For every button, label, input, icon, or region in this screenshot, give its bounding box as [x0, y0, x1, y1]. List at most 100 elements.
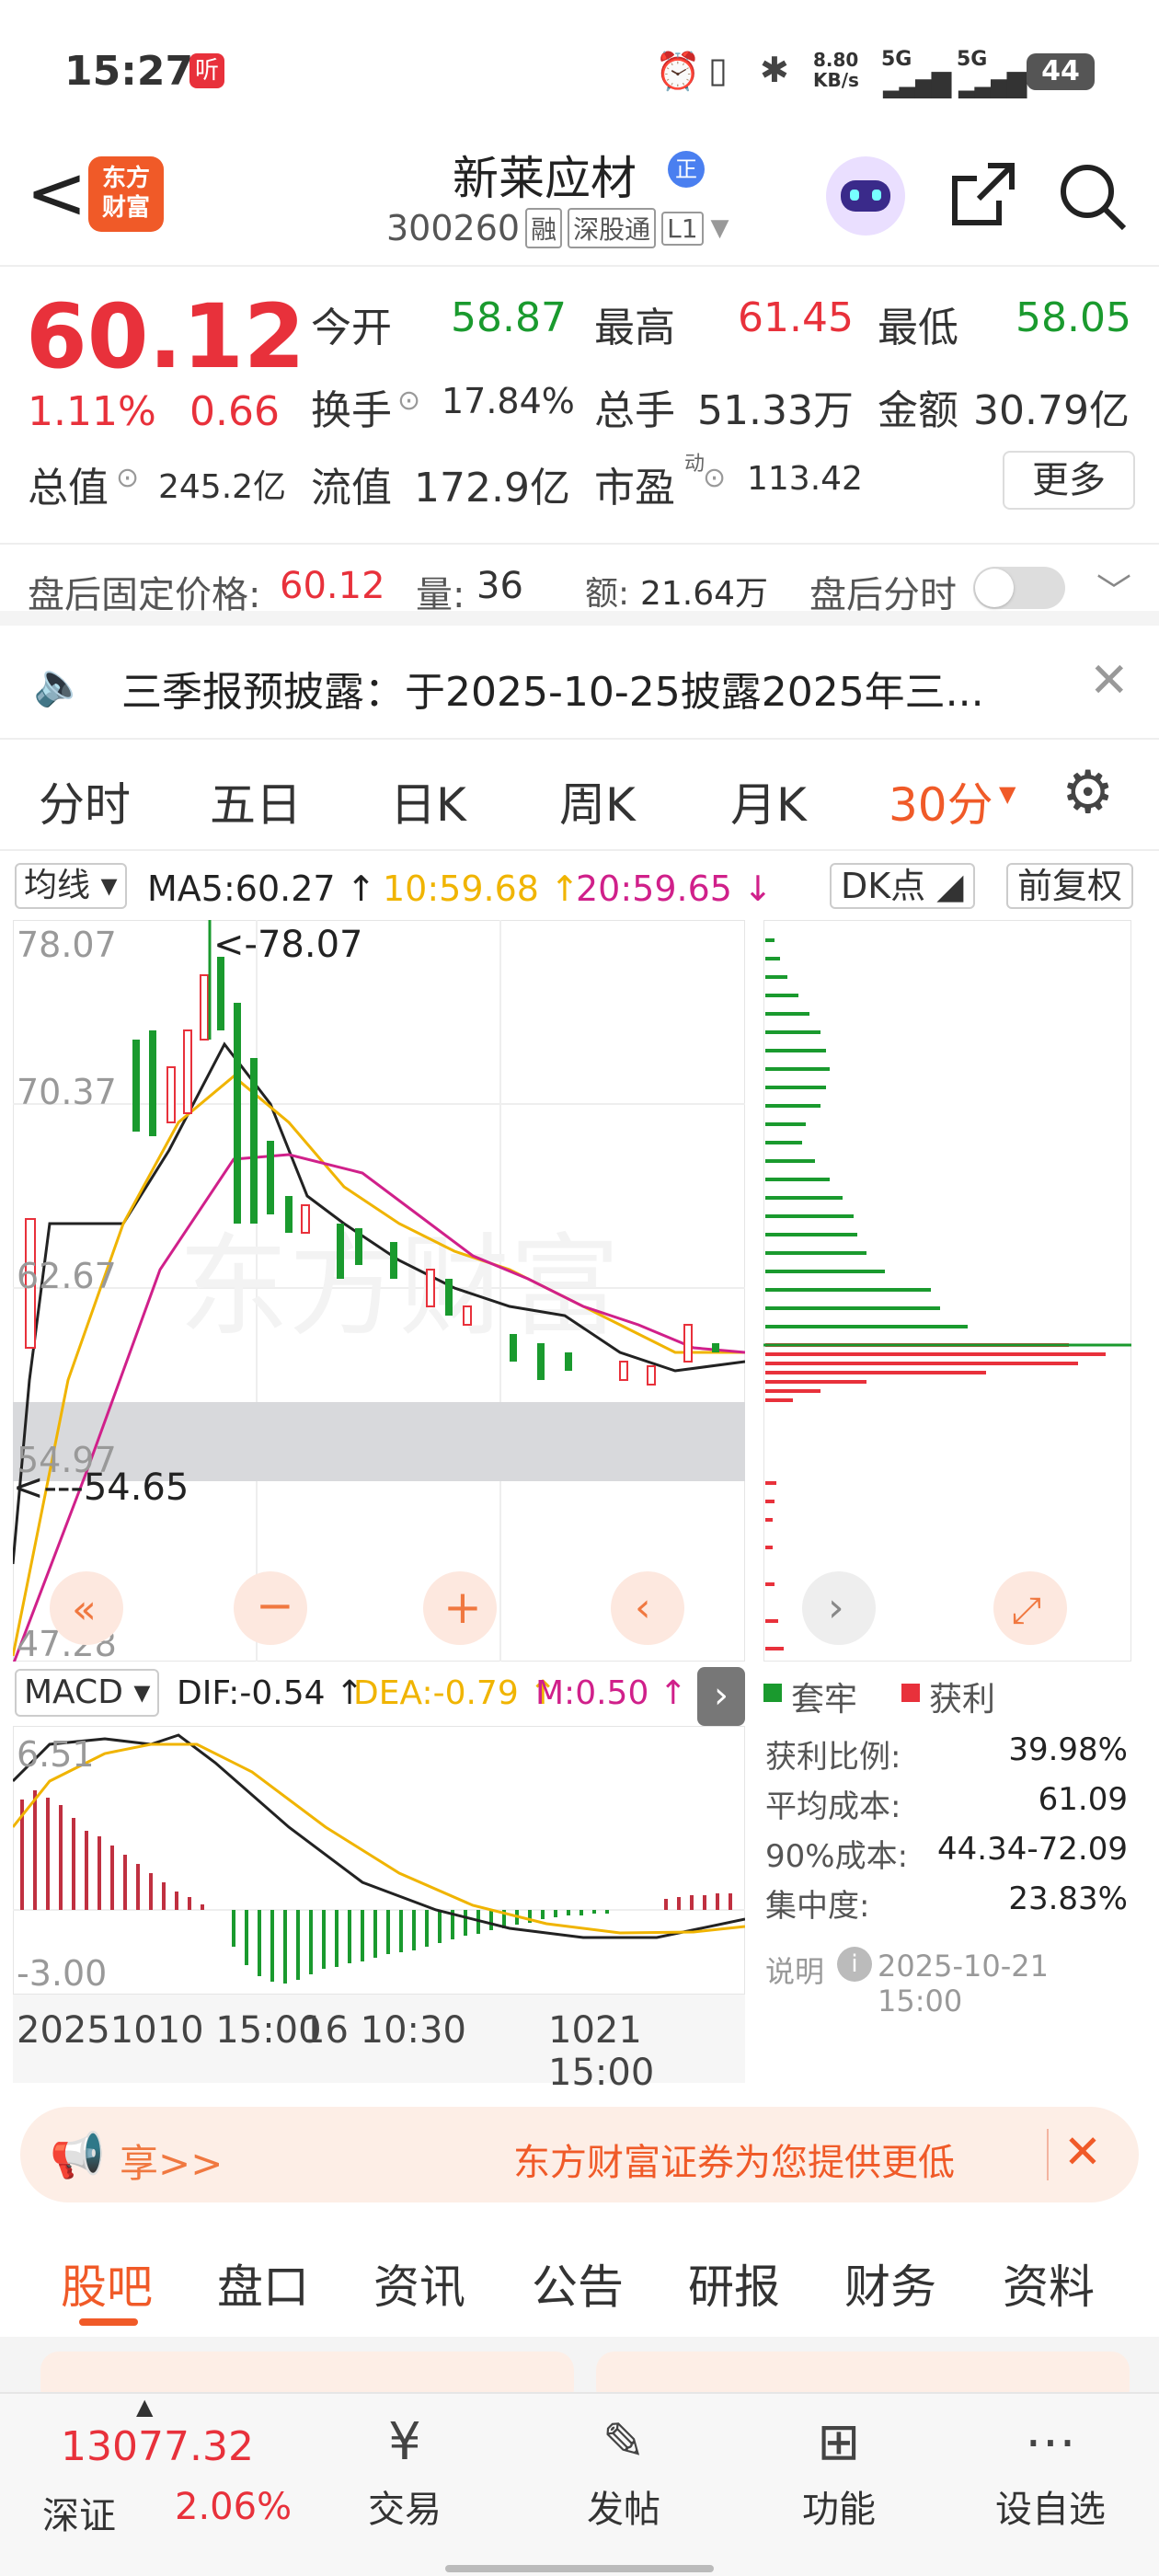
amt-label: 额:: [585, 575, 630, 613]
pe-sup: 动: [684, 453, 706, 476]
verified-badge: 正: [668, 151, 705, 188]
tab-guba[interactable]: 股吧: [61, 2250, 153, 2317]
high-label: 最高: [594, 305, 675, 351]
vibrate-icon: ▯: [708, 50, 728, 90]
back-icon[interactable]: <: [26, 156, 87, 230]
share-icon[interactable]: [947, 160, 1017, 230]
macd-top-tick: 6.51: [17, 1734, 95, 1775]
macd-selector[interactable]: MACD ▾: [15, 1669, 160, 1717]
macd-bottom-tick: -3.00: [17, 1953, 107, 1994]
nav-label: 功能: [802, 2489, 876, 2531]
low-value: 58.05: [1016, 294, 1131, 341]
macd-chart: 6.51 -3.00: [13, 1726, 745, 1995]
speaker-icon: 🔈: [33, 659, 86, 708]
profit-legend: 获利: [929, 1681, 996, 1719]
mktcap-value: 245.2亿: [158, 468, 287, 506]
promo-banner[interactable]: 📢 享>> 东方财富证券为您提供更低 ✕: [20, 2107, 1139, 2202]
signal1-icon: ▂▃▅▇: [883, 68, 951, 98]
nav-post[interactable]: ✎ 发帖: [541, 2412, 706, 2533]
time-tick-1: 20251010 15:00: [17, 2009, 322, 2052]
note-time: 2025-10-21 15:00: [878, 1949, 1049, 2018]
info-icon[interactable]: ⊙: [703, 462, 726, 494]
nav-label: 交易: [368, 2489, 442, 2531]
search-icon[interactable]: [1056, 160, 1130, 234]
scroll-right-icon[interactable]: ›: [828, 1584, 844, 1631]
close-icon[interactable]: ✕: [1063, 2125, 1102, 2179]
tab-week-k[interactable]: 周K: [559, 768, 636, 834]
ma-label: 均线: [24, 867, 91, 904]
index-value[interactable]: 13077.32: [61, 2423, 254, 2470]
ma5-value: MA5:60.27 ↑: [147, 868, 376, 909]
ma20-value: 20:59.65 ↓: [576, 868, 773, 909]
price-tick-3: 62.67: [17, 1256, 117, 1296]
close-icon[interactable]: ✕: [1089, 653, 1130, 708]
scroll-left-icon[interactable]: ‹: [635, 1584, 651, 1631]
stock-header: < 东方 财富 新莱应材 正 300260 融 深股通 L1 ▼: [0, 138, 1159, 267]
tab-five-day[interactable]: 五日: [210, 768, 302, 834]
more-button[interactable]: 更多: [1003, 451, 1135, 510]
zoom-out-icon[interactable]: −: [256, 1579, 294, 1632]
scroll-left-fast-icon[interactable]: «: [72, 1586, 97, 1633]
info-icon[interactable]: ⊙: [397, 385, 420, 417]
locked-legend-swatch: [763, 1684, 782, 1702]
watermark: 东方财富: [178, 1224, 620, 1351]
info-icon[interactable]: i: [837, 1947, 872, 1982]
status-time: 15:27: [64, 48, 194, 95]
tab-announcement[interactable]: 公告: [532, 2250, 624, 2317]
fixed-price-label: 盘后固定价格:: [28, 574, 261, 616]
tab-pankou[interactable]: 盘口: [217, 2250, 309, 2317]
tab-intraday[interactable]: 分时: [39, 768, 131, 834]
notice-bar[interactable]: 🔈 三季报预披露：于2025-10-25披露2025年三... ✕: [0, 626, 1159, 740]
notice-text: 三季报预披露：于2025-10-25披露2025年三...: [121, 669, 984, 716]
index-pct: 2.06%: [175, 2486, 293, 2528]
low-label: 最低: [878, 305, 958, 351]
battery-icon: 44: [1027, 53, 1095, 90]
signal2-icon: ▂▃▅▇: [958, 68, 1027, 98]
robot-assistant-icon[interactable]: [826, 156, 905, 236]
chip-row-label: 集中度:: [765, 1888, 870, 1925]
status-bar: 15:27 听 ⏰ ▯ ✱ 8.80 KB/s 5G ▂▃▅▇ 5G ▂▃▅▇ …: [0, 0, 1159, 138]
expand-icon[interactable]: ⤢: [1012, 1590, 1041, 1632]
open-label: 今开: [311, 305, 392, 351]
tab-month-k[interactable]: 月K: [730, 768, 807, 834]
chevron-down-icon[interactable]: ﹀: [1096, 563, 1131, 614]
tab-day-k[interactable]: 日K: [390, 768, 466, 834]
expand-panel-icon[interactable]: ›: [697, 1667, 745, 1726]
afterhours-toggle[interactable]: [973, 567, 1065, 609]
net-speed: 8.80 KB/s: [813, 49, 859, 91]
chip-row-label: 获利比例:: [765, 1739, 901, 1776]
time-tick-2: 16 10:30: [302, 2009, 466, 2052]
chip-row-value: 23.83%: [1008, 1880, 1128, 1917]
stock-code: 300260: [386, 208, 521, 248]
chip-distribution: › ⤢: [763, 920, 1131, 1662]
candlestick-chart[interactable]: 东方财富 78.07 70.37 62.67 54.97 47.28 <-78.…: [13, 920, 745, 1662]
edit-icon: ✎: [602, 2412, 646, 2472]
tab-profile[interactable]: 资料: [1003, 2250, 1095, 2317]
chevron-down-icon: ▼: [710, 214, 729, 242]
tab-finance[interactable]: 财务: [844, 2250, 936, 2317]
macd-label: MACD: [24, 1673, 123, 1711]
note-label[interactable]: 说明: [765, 1949, 824, 1991]
app-logo[interactable]: 东方 财富: [88, 156, 164, 232]
mktcap-label: 总值: [28, 465, 109, 512]
info-icon[interactable]: ⊙: [116, 462, 139, 494]
tab-30min[interactable]: 30分: [889, 768, 993, 834]
adjust-button[interactable]: 前复权: [1006, 863, 1134, 909]
caret-up-icon: ▲: [136, 2394, 154, 2420]
zoom-in-icon[interactable]: +: [443, 1581, 482, 1634]
amount-value: 30.79亿: [973, 387, 1130, 434]
stock-code-row[interactable]: 300260 融 深股通 L1 ▼: [386, 208, 729, 248]
gear-icon[interactable]: ⚙: [1061, 759, 1114, 827]
nav-trade[interactable]: ¥ 交易: [322, 2412, 488, 2533]
nav-functions[interactable]: ⊞ 功能: [756, 2412, 922, 2533]
pct-change: 1.11%: [28, 388, 156, 435]
nav-watchlist[interactable]: ⋯ 设自选: [968, 2412, 1133, 2533]
tab-news[interactable]: 资讯: [373, 2250, 465, 2317]
logo-line1: 东方: [101, 165, 150, 192]
ma-selector[interactable]: 均线 ▾: [15, 863, 127, 909]
tab-research[interactable]: 研报: [688, 2250, 780, 2317]
yen-exchange-icon: ¥: [388, 2412, 421, 2472]
home-indicator: [445, 2565, 714, 2572]
more-dots-icon: ⋯: [1025, 2412, 1076, 2472]
dk-button[interactable]: DK点 ◢: [830, 863, 975, 909]
